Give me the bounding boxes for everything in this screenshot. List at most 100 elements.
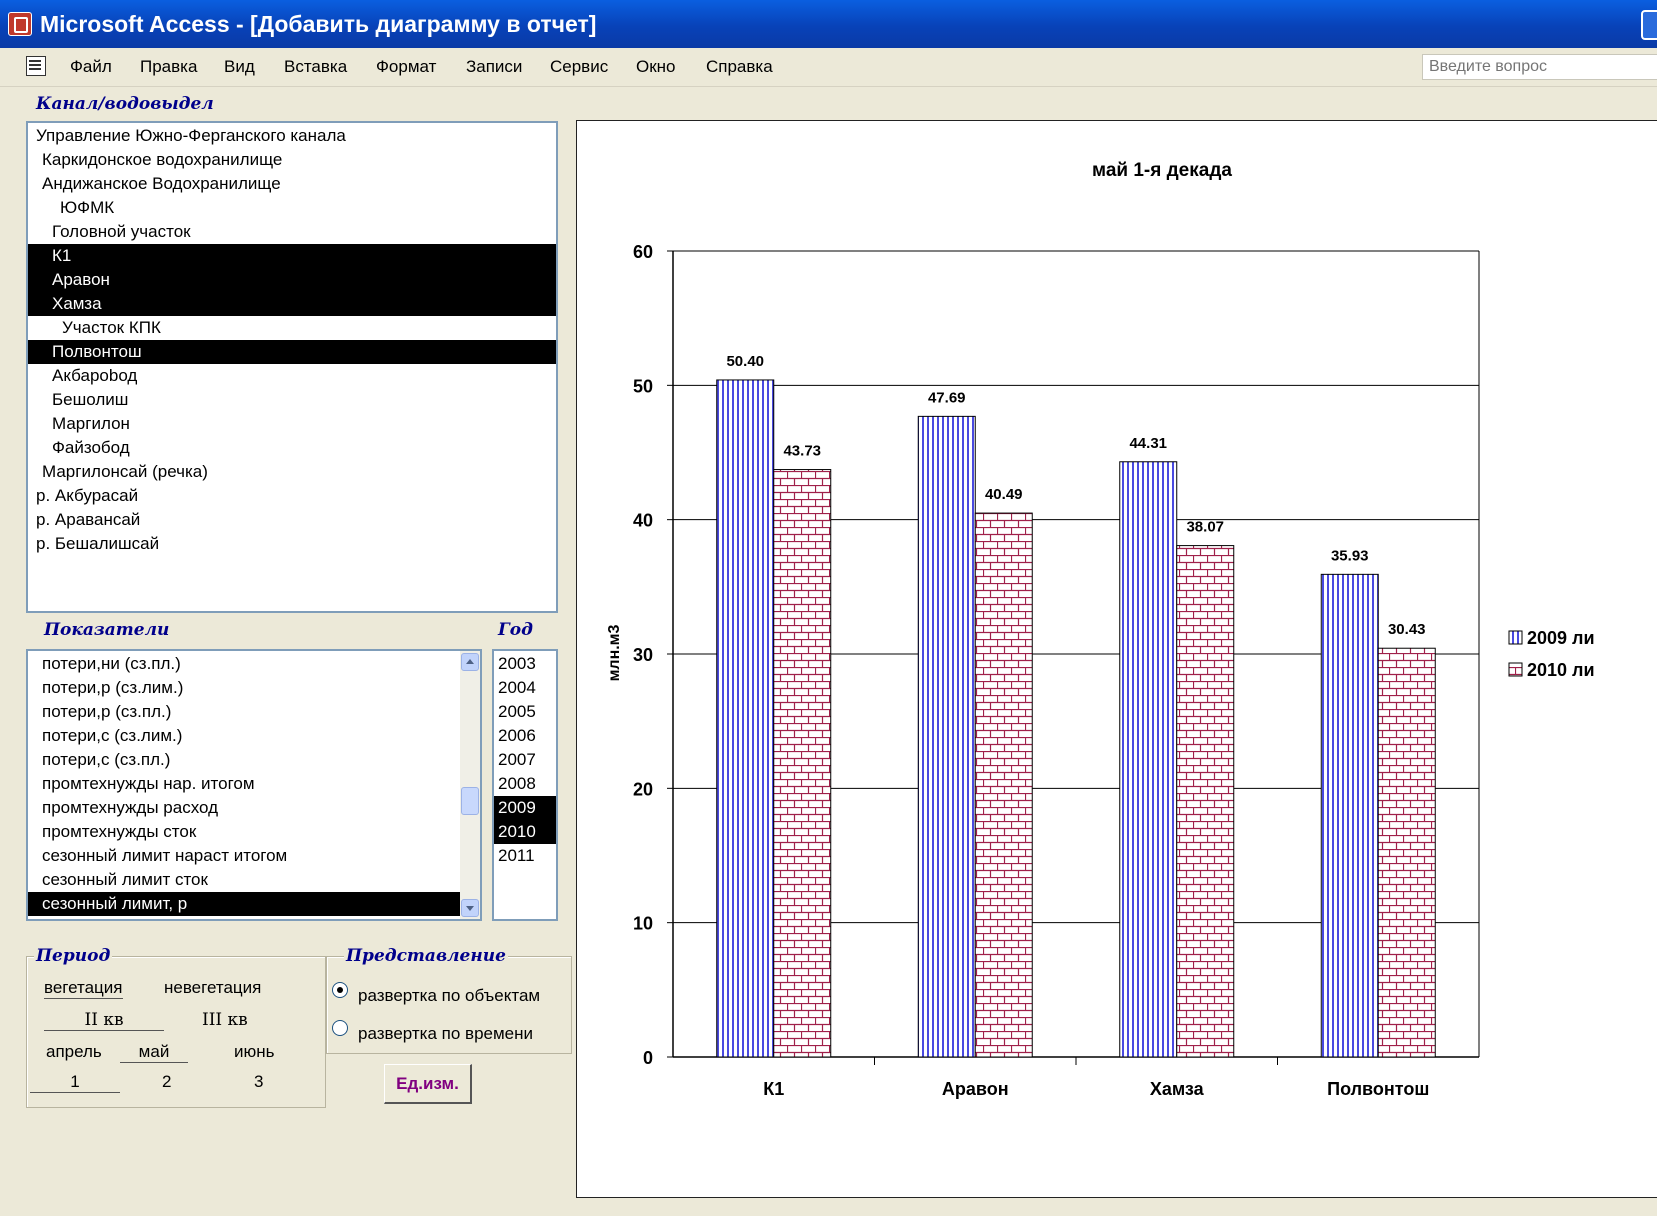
channel-list-item[interactable]: Файзобод bbox=[28, 436, 556, 460]
bar-2010 bbox=[974, 512, 1033, 1058]
scroll-down-icon[interactable] bbox=[461, 899, 479, 917]
channel-list-item[interactable]: Каркидонское водохранилище bbox=[28, 148, 556, 172]
legend-label: 2010 ли bbox=[1527, 660, 1595, 680]
indicators-list-item[interactable]: сезонный лимит нараст итогом bbox=[28, 844, 460, 868]
legend-swatch-2010 bbox=[1508, 662, 1523, 677]
indicators-label: Показатели bbox=[44, 620, 170, 640]
channel-list-item[interactable]: Маргилон bbox=[28, 412, 556, 436]
indicators-listbox[interactable]: потери,ни (сз.пл.) потери,р (сз.лим.) поте… bbox=[26, 649, 482, 921]
bar-2009 bbox=[716, 379, 775, 1058]
period-vegetation[interactable]: вегетация bbox=[44, 978, 123, 999]
indicators-list-item[interactable]: потери,ни (сз.пл.) bbox=[28, 652, 460, 676]
radio-by-objects[interactable] bbox=[332, 982, 348, 998]
period-decade-1[interactable]: 1 bbox=[30, 1072, 120, 1093]
menu-tools[interactable]: Сервис bbox=[550, 57, 608, 77]
menu-file[interactable]: Файл bbox=[70, 57, 112, 77]
indicators-list-item[interactable]: сезонный лимит сток bbox=[28, 868, 460, 892]
period-june[interactable]: июнь bbox=[234, 1042, 275, 1062]
channel-list-item[interactable]: Маргилонсай (речка) bbox=[28, 460, 556, 484]
indicators-list-item[interactable]: потери,р (сз.лим.) bbox=[28, 676, 460, 700]
y-tick-label: 50 bbox=[633, 376, 653, 396]
x-tick-label: К1 bbox=[763, 1079, 784, 1099]
bar-chart: май 1-я декада млн.м3 0 10 20 30 40 50 60 К1 50.40… bbox=[606, 160, 1595, 1099]
channel-listbox[interactable]: Управление Южно-Ферганского канала Каркид… bbox=[26, 121, 558, 613]
channel-list-item[interactable]: р. Аравансай bbox=[28, 508, 556, 532]
form-icon[interactable] bbox=[26, 56, 46, 76]
data-label: 47.69 bbox=[928, 389, 966, 406]
menu-insert[interactable]: Вставка bbox=[284, 57, 347, 77]
year-list-item[interactable]: 2007 bbox=[494, 748, 556, 772]
menu-window[interactable]: Окно bbox=[636, 57, 676, 77]
y-tick-label: 60 bbox=[633, 242, 653, 262]
bar-2010 bbox=[1377, 647, 1436, 1058]
data-label: 40.49 bbox=[985, 486, 1023, 503]
year-listbox[interactable]: 2003 2004 2005 2006 2007 2008 2009 2010 2011 bbox=[492, 649, 558, 921]
channel-list-item[interactable]: Головной участок bbox=[28, 220, 556, 244]
channel-list-item[interactable]: Андижанское Водохранилище bbox=[28, 172, 556, 196]
channel-list-item[interactable]: Полвонтош bbox=[28, 340, 556, 364]
y-tick-label: 20 bbox=[633, 779, 653, 799]
y-axis-label: млн.м3 bbox=[606, 624, 623, 681]
channel-list-item[interactable]: р. Акбурасай bbox=[28, 484, 556, 508]
year-list-item[interactable]: 2008 bbox=[494, 772, 556, 796]
radio-by-time[interactable] bbox=[332, 1020, 348, 1036]
year-list-item[interactable]: 2010 bbox=[494, 820, 556, 844]
period-decade-2[interactable]: 2 bbox=[162, 1072, 171, 1092]
menu-view[interactable]: Вид bbox=[224, 57, 255, 77]
menu-format[interactable]: Формат bbox=[376, 57, 436, 77]
help-question-input[interactable] bbox=[1422, 54, 1657, 80]
year-list-item[interactable]: 2005 bbox=[494, 700, 556, 724]
period-may[interactable]: май bbox=[120, 1042, 188, 1063]
indicators-list-item[interactable]: потери,с (сз.пл.) bbox=[28, 748, 460, 772]
indicators-list-item[interactable]: потери,р (сз.пл.) bbox=[28, 700, 460, 724]
indicators-scrollbar[interactable] bbox=[460, 651, 480, 919]
x-tick-label: Аравон bbox=[942, 1079, 1009, 1099]
channel-list-item[interactable]: Акбарobод bbox=[28, 364, 556, 388]
indicators-list-item[interactable]: потери,с (сз.лим.) bbox=[28, 724, 460, 748]
channel-list-item[interactable]: р. Бешалишсай bbox=[28, 532, 556, 556]
indicators-list-item[interactable]: промтехнужды расход bbox=[28, 796, 460, 820]
year-list-item[interactable]: 2009 bbox=[494, 796, 556, 820]
option-by-objects[interactable]: развертка по объектам bbox=[358, 986, 540, 1006]
y-tick-label: 0 bbox=[643, 1048, 653, 1068]
menu-help[interactable]: Справка bbox=[706, 57, 773, 77]
units-button[interactable]: Ед.изм. bbox=[384, 1064, 472, 1104]
channel-list-item[interactable]: К1 bbox=[28, 244, 556, 268]
channel-list-item[interactable]: ЮФМК bbox=[28, 196, 556, 220]
period-quarter-2[interactable]: II кв bbox=[44, 1010, 164, 1031]
indicators-list-item[interactable]: промтехнужды нар. итогом bbox=[28, 772, 460, 796]
channel-list-item[interactable]: Хамза bbox=[28, 292, 556, 316]
menu-edit[interactable]: Правка bbox=[140, 57, 197, 77]
legend-swatch-2009 bbox=[1508, 630, 1523, 645]
chart-title: май 1-я декада bbox=[1092, 160, 1232, 181]
year-label: Год bbox=[498, 620, 533, 640]
scroll-thumb[interactable] bbox=[461, 787, 479, 815]
access-app-icon[interactable] bbox=[8, 12, 32, 36]
indicators-list-item[interactable]: промтехнужды сток bbox=[28, 820, 460, 844]
year-list-item[interactable]: 2003 bbox=[494, 652, 556, 676]
menu-bar: Файл Правка Вид Вставка Формат Записи Се… bbox=[0, 48, 1657, 87]
option-by-time[interactable]: развертка по времени bbox=[358, 1024, 533, 1044]
year-list-item[interactable]: 2004 bbox=[494, 676, 556, 700]
data-label: 43.73 bbox=[783, 443, 821, 460]
period-label: Период bbox=[34, 946, 113, 966]
period-quarter-3[interactable]: III кв bbox=[202, 1010, 248, 1030]
period-nonvegetation[interactable]: невегетация bbox=[164, 978, 261, 998]
bar-2010 bbox=[773, 469, 832, 1058]
data-label: 35.93 bbox=[1331, 547, 1369, 564]
channel-list-item[interactable]: Аравон bbox=[28, 268, 556, 292]
window-control-button[interactable] bbox=[1641, 10, 1657, 40]
y-tick-label: 30 bbox=[633, 645, 653, 665]
channel-list-item[interactable]: Бешолиш bbox=[28, 388, 556, 412]
channel-list-item[interactable]: Участок КПК bbox=[28, 316, 556, 340]
menu-records[interactable]: Записи bbox=[466, 57, 522, 77]
indicators-list-item[interactable]: сезонный лимит, р bbox=[28, 892, 460, 916]
period-april[interactable]: апрель bbox=[46, 1042, 102, 1062]
year-list-item[interactable]: 2011 bbox=[494, 844, 556, 868]
period-decade-3[interactable]: 3 bbox=[254, 1072, 263, 1092]
representation-label: Представление bbox=[344, 946, 508, 966]
channel-list-item[interactable]: Управление Южно-Ферганского канала bbox=[28, 124, 556, 148]
data-label: 50.40 bbox=[726, 353, 764, 370]
scroll-up-icon[interactable] bbox=[461, 653, 479, 671]
year-list-item[interactable]: 2006 bbox=[494, 724, 556, 748]
